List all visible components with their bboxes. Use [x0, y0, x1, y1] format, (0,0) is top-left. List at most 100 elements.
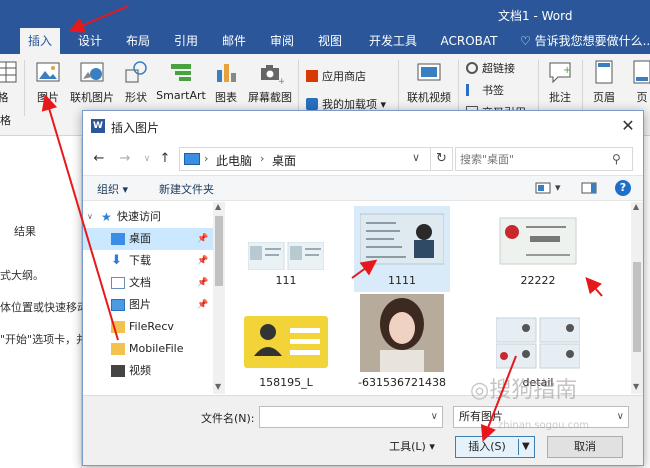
tab-layout[interactable]: 布局	[120, 28, 156, 54]
svg-text:+: +	[278, 77, 284, 86]
pin-icon[interactable]: 📌	[197, 294, 208, 316]
scrollbar-thumb[interactable]	[215, 216, 223, 286]
breadcrumb-desktop[interactable]: 桌面	[272, 152, 296, 169]
online-video-label: 联机视频	[407, 91, 451, 104]
close-button[interactable]: ✕	[617, 115, 639, 137]
tab-developer[interactable]: 开发工具	[362, 28, 424, 54]
folder-tree-scrollbar[interactable]: ▲ ▼	[213, 202, 225, 394]
nav-desktop[interactable]: 桌面 📌	[83, 228, 213, 250]
tab-acrobat[interactable]: ACROBAT	[436, 28, 502, 54]
dialog-footer: 文件名(N): ∨ 所有图片 ∨ 工具(L) ▾ 插入(S) ▼ 取消	[83, 395, 643, 465]
cancel-button[interactable]: 取消	[547, 436, 623, 458]
tab-design[interactable]: 设计	[72, 28, 108, 54]
footer-button-partial[interactable]: 页	[626, 58, 650, 105]
file-type-filter[interactable]: 所有图片 ∨	[453, 406, 629, 428]
file-item[interactable]: detail	[490, 306, 586, 392]
chevron-down-icon[interactable]: ∨	[431, 411, 438, 422]
chevron-down-icon[interactable]: ▼	[522, 441, 530, 452]
nav-downloads[interactable]: ⬇ 下载 📌	[83, 250, 213, 272]
scroll-down-icon[interactable]: ▼	[633, 382, 639, 391]
bookmark-icon	[466, 84, 478, 96]
dialog-title: 插入图片	[111, 121, 160, 135]
header-button[interactable]: 页眉	[588, 58, 620, 105]
shapes-button[interactable]: 形状	[120, 58, 152, 105]
view-options-icon[interactable]	[535, 181, 551, 195]
id-card-back-thumbnail	[499, 217, 577, 265]
breadcrumb-this-pc[interactable]: 此电脑	[216, 152, 252, 169]
chart-icon	[217, 64, 236, 82]
online-picture-icon	[80, 62, 104, 82]
up-arrow-icon[interactable]: ↑	[157, 151, 173, 167]
scroll-up-icon[interactable]: ▲	[215, 202, 221, 211]
command-bar: 组织 ▾ 新建文件夹 ▾ ?	[83, 175, 643, 201]
chart-button[interactable]: 图表	[210, 58, 242, 105]
chevron-down-icon[interactable]: ∨	[412, 151, 420, 164]
file-item[interactable]: -631536721438	[354, 294, 450, 392]
forward-arrow-icon[interactable]: →	[117, 151, 133, 167]
chevron-down-icon[interactable]: ▾	[555, 181, 561, 194]
nav-pictures[interactable]: 图片 📌	[83, 294, 213, 316]
file-item[interactable]: 22222	[490, 206, 586, 292]
comment-button[interactable]: + 批注	[544, 58, 576, 105]
tab-insert[interactable]: 插入	[20, 28, 60, 54]
refresh-button[interactable]: ↻	[431, 147, 453, 171]
nav-label: MobileFile	[129, 342, 184, 355]
insert-picture-dialog: W 插入图片 ✕ ← → ∨ ↑ › 此电脑 › 桌面 ∨ ↻ ⚲ 组织 ▾ 新…	[82, 110, 644, 466]
hyperlink-button[interactable]: 超链接	[466, 60, 515, 76]
help-icon[interactable]: ?	[615, 180, 631, 196]
pin-icon[interactable]: 📌	[197, 250, 208, 272]
header-icon	[595, 60, 613, 84]
file-item[interactable]: 111	[238, 206, 334, 292]
file-item-selected[interactable]: 1111	[354, 206, 450, 292]
nav-filerecv[interactable]: FileRecv	[83, 316, 213, 338]
nav-label: FileRecv	[129, 320, 174, 333]
organize-button[interactable]: 组织 ▾	[97, 181, 128, 197]
tab-view[interactable]: 视图	[312, 28, 348, 54]
chevron-down-icon[interactable]: ∨	[617, 411, 624, 423]
table-button-partial[interactable]: 格	[0, 58, 17, 105]
back-arrow-icon[interactable]: ←	[91, 151, 107, 167]
scroll-up-icon[interactable]: ▲	[633, 202, 639, 211]
tools-button[interactable]: 工具(L) ▾	[379, 436, 445, 458]
app-store-button[interactable]: 应用商店	[306, 68, 366, 84]
address-box[interactable]: › 此电脑 › 桌面 ∨	[179, 147, 431, 171]
doc-text-line: 式大纲。	[0, 269, 44, 282]
nav-videos[interactable]: 视频	[83, 360, 213, 382]
file-list-scrollbar[interactable]: ▲ ▼	[631, 202, 643, 394]
search-box[interactable]: ⚲	[455, 147, 633, 171]
new-folder-button[interactable]: 新建文件夹	[159, 181, 214, 197]
nav-results-tab[interactable]: 结果	[14, 223, 36, 239]
header-label: 页眉	[593, 91, 615, 104]
screenshot-button[interactable]: + 屏幕截图	[244, 58, 296, 105]
file-item[interactable]: 158195_L	[238, 306, 334, 392]
preview-pane-icon[interactable]	[581, 181, 597, 195]
online-video-button[interactable]: 联机视频	[404, 58, 454, 105]
nav-mobilefile[interactable]: MobileFile	[83, 338, 213, 360]
recent-dropdown-icon[interactable]: ∨	[139, 151, 155, 167]
tab-review[interactable]: 审阅	[264, 28, 300, 54]
nav-quick-access[interactable]: ∨ ★ 快速访问	[83, 206, 213, 228]
ribbon-separator	[458, 60, 459, 116]
file-name: 1111	[388, 274, 416, 287]
insert-button[interactable]: 插入(S) ▼	[455, 436, 535, 458]
chevron-down-icon[interactable]: ∨	[87, 206, 93, 228]
scrollbar-thumb[interactable]	[633, 262, 641, 352]
pin-icon[interactable]: 📌	[197, 228, 208, 250]
bookmark-button[interactable]: 书签	[466, 82, 504, 98]
online-picture-button[interactable]: 联机图片	[68, 58, 116, 105]
filename-label: 文件名(N):	[201, 412, 255, 425]
pin-icon[interactable]: 📌	[197, 272, 208, 294]
search-input[interactable]	[460, 151, 608, 167]
tell-me-box[interactable]: ♡ 告诉我您想要做什么...	[520, 28, 650, 54]
scroll-down-icon[interactable]: ▼	[215, 382, 221, 391]
word-icon: W	[91, 119, 105, 133]
tab-mailings[interactable]: 邮件	[216, 28, 252, 54]
filename-field[interactable]: ∨	[259, 406, 443, 428]
smartart-button[interactable]: SmartArt	[154, 58, 208, 102]
ribbon-separator	[398, 60, 399, 116]
tab-references[interactable]: 引用	[168, 28, 204, 54]
download-icon: ⬇	[111, 253, 122, 268]
file-type-value: 所有图片	[459, 410, 503, 423]
picture-button[interactable]: 图片	[30, 58, 66, 105]
nav-documents[interactable]: 文档 📌	[83, 272, 213, 294]
